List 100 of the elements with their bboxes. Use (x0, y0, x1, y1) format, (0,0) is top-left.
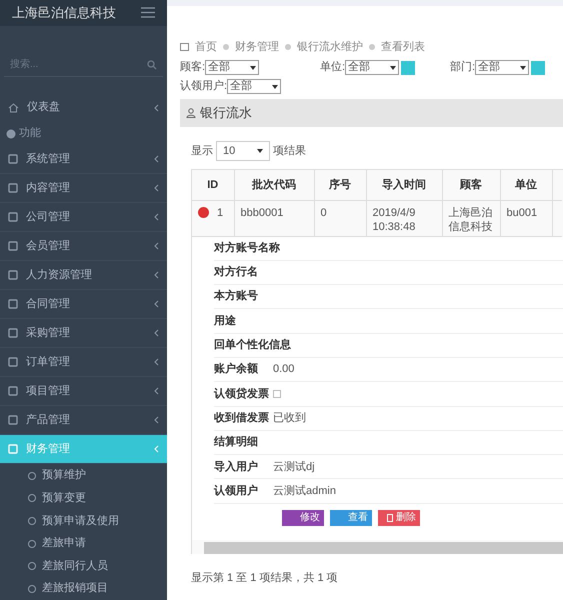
sidebar-item[interactable]: 内容管理 (0, 174, 167, 204)
filter-select[interactable]: 全部 (345, 60, 400, 75)
table-cell: 2019/4/9 10:38:48 (372, 206, 416, 232)
dropdown-arrow-icon (520, 66, 526, 70)
trash-icon (387, 514, 393, 522)
chevron-left-icon (154, 416, 159, 424)
square-icon (8, 357, 18, 368)
submenu-item[interactable]: 预算变更 (0, 487, 167, 510)
chevron-left-icon (154, 300, 159, 308)
checkbox[interactable] (273, 390, 281, 398)
detail-label: 回单个性化信息 (214, 338, 291, 354)
sidebar-item[interactable]: 系统管理 (0, 145, 167, 174)
square-icon (8, 183, 18, 194)
sidebar-item[interactable]: 合同管理 (0, 290, 167, 320)
column-header[interactable]: 批次代码 (234, 170, 314, 200)
separator-icon (369, 44, 375, 50)
detail-label: 结算明细 (214, 434, 259, 450)
sidebar-item[interactable]: 项目管理 (0, 377, 167, 406)
table-cell: bu001 (506, 206, 538, 218)
brand-title: 上海邑泊信息科技 (12, 4, 116, 22)
filter-label: 顾客: (180, 60, 206, 76)
column-header[interactable]: 单位 (500, 170, 552, 200)
submenu-item[interactable]: 差旅报销项目 (0, 577, 167, 600)
picker-button[interactable] (401, 60, 416, 74)
sidebar-item[interactable]: 采购管理 (0, 319, 167, 348)
length-label: 显示 (191, 144, 213, 159)
square-icon (8, 444, 18, 454)
detail-value: 0.00 (273, 362, 294, 378)
chevron-left-icon (154, 329, 159, 338)
detail-value: 云测试admin (273, 484, 336, 499)
chevron-left-icon (154, 271, 159, 280)
detail-label: 本方账号 (214, 288, 259, 304)
menu-icon[interactable] (141, 7, 155, 18)
dropdown-arrow-icon (257, 149, 263, 153)
sidebar-item[interactable]: 人力资源管理 (0, 261, 167, 290)
horizontal-scrollbar[interactable] (204, 542, 563, 554)
chevron-left-icon (154, 242, 159, 250)
length-label: 项结果 (273, 144, 306, 159)
submenu-item[interactable]: 预算申请及使用 (0, 510, 167, 532)
submenu-item[interactable]: 预算维护 (0, 464, 167, 488)
filter-label: 部门: (450, 60, 476, 76)
section-label: 功能 (19, 126, 41, 142)
chevron-left-icon (154, 445, 159, 454)
square-icon (8, 386, 18, 396)
search-icon[interactable] (147, 60, 157, 70)
separator-icon (285, 44, 291, 50)
column-header[interactable]: 导入时间 (366, 170, 442, 200)
detail-label: 对方账号名称 (214, 240, 280, 256)
square-icon (8, 154, 18, 164)
column-header[interactable]: 序号 (314, 170, 366, 200)
filter-select[interactable]: 全部 (227, 79, 282, 94)
breadcrumb-link[interactable]: 财务管理 (235, 38, 279, 56)
dropdown-arrow-icon (250, 66, 256, 70)
chevron-left-icon (154, 155, 159, 164)
square-icon (8, 415, 18, 426)
separator-icon (223, 44, 229, 50)
square-icon (8, 212, 18, 222)
filter-select[interactable]: 全部 (205, 60, 260, 75)
submenu-item[interactable]: 差旅同行人员 (0, 554, 167, 578)
sidebar-item[interactable]: 订单管理 (0, 348, 167, 378)
search-field[interactable]: 搜索... (10, 57, 120, 72)
table-cell: 1 (217, 206, 224, 220)
chevron-left-icon (154, 213, 159, 222)
sidebar-item[interactable]: 仪表盘 (0, 93, 167, 122)
collapse-toggle[interactable] (198, 207, 209, 218)
breadcrumb-link[interactable]: 首页 (195, 38, 217, 56)
column-header[interactable]: ID (192, 170, 234, 200)
sidebar-item[interactable]: 会员管理 (0, 232, 167, 262)
detail-value: 云测试dj (273, 460, 315, 475)
detail-value: 已收到 (273, 410, 306, 426)
filter-select[interactable]: 全部 (475, 60, 530, 75)
page-length-select[interactable]: 10 (216, 141, 270, 161)
sidebar-item[interactable]: 公司管理 (0, 203, 167, 232)
square-icon (8, 299, 18, 310)
breadcrumb-link[interactable]: 查看列表 (381, 38, 425, 56)
square-icon (8, 328, 18, 338)
picker-button[interactable] (531, 60, 546, 74)
chevron-left-icon (154, 104, 159, 112)
detail-label: 对方行名 (214, 264, 259, 280)
submenu-item[interactable]: 差旅申请 (0, 532, 167, 555)
chevron-left-icon (154, 387, 159, 396)
detail-label: 导入用户 (214, 460, 259, 475)
detail-label: 收到借发票 (214, 410, 270, 426)
chevron-left-icon (154, 184, 159, 192)
panel-title: 银行流水 (200, 104, 252, 122)
detail-label: 认领贷发票 (214, 386, 270, 402)
detail-label: 用途 (214, 314, 237, 329)
view-button[interactable]: 查看 (330, 510, 372, 526)
user-icon (186, 108, 196, 118)
detail-label: 认领用户 (214, 484, 259, 499)
pagination-info: 显示第 1 至 1 项结果，共 1 项 (190, 570, 339, 586)
edit-button[interactable]: 修改 (282, 510, 324, 526)
filter-label: 单位: (320, 60, 346, 76)
square-icon (8, 270, 18, 280)
column-header[interactable]: 顾客 (442, 170, 500, 200)
dropdown-arrow-icon (272, 84, 278, 88)
square-icon (8, 241, 18, 252)
table-cell: 上海邑泊信息科技 (448, 206, 492, 232)
breadcrumb-link[interactable]: 银行流水维护 (297, 38, 363, 56)
delete-button[interactable]: 删除 (378, 510, 420, 526)
